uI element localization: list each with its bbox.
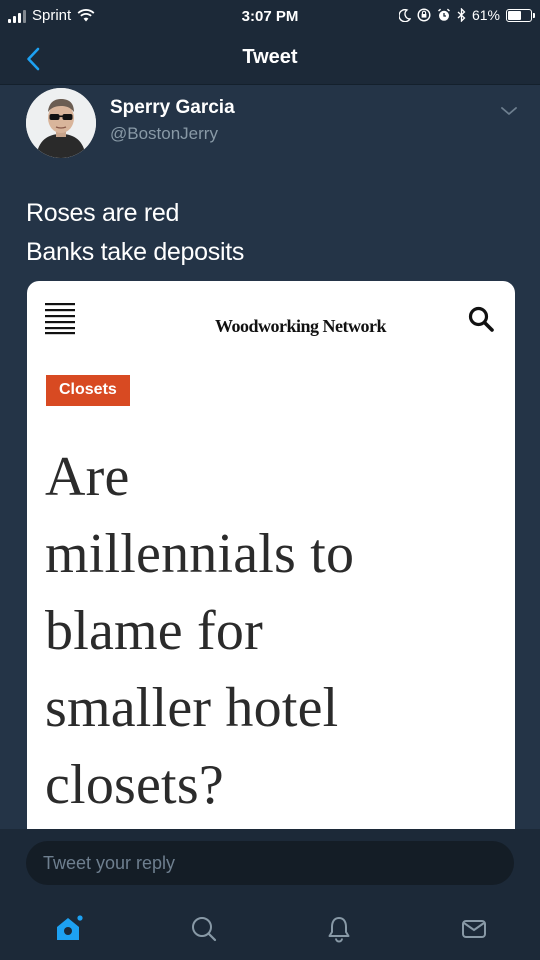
chevron-down-icon: [501, 107, 517, 115]
headline-line: closets?: [45, 754, 224, 816]
headline-line: millennials to: [45, 523, 355, 585]
reply-input[interactable]: [26, 841, 514, 885]
category-tag: Closets: [46, 375, 130, 406]
tab-messages[interactable]: [454, 909, 494, 949]
battery-level: [508, 10, 521, 20]
search-icon: [468, 306, 494, 332]
battery-icon: [506, 8, 535, 22]
envelope-icon: [462, 920, 486, 938]
rotation-lock-icon: [417, 8, 431, 22]
user-name[interactable]: Sperry Garcia: [110, 97, 235, 119]
article-headline: Are millennials to blame for smaller hot…: [45, 439, 515, 824]
home-icon: [57, 915, 83, 940]
page-title: Tweet: [242, 46, 298, 68]
bluetooth-icon: [457, 8, 466, 22]
headline-line: smaller hotel: [45, 677, 339, 739]
alarm-icon: [438, 8, 450, 21]
tab-search[interactable]: [184, 909, 224, 949]
tweet-media-image[interactable]: Woodworking Network Closets Are millenni…: [27, 281, 515, 841]
tweet-options-button[interactable]: [497, 101, 521, 121]
tweet-text-line: Banks take deposits: [26, 238, 245, 266]
user-handle[interactable]: @BostonJerry: [110, 124, 218, 144]
tab-notifications[interactable]: [319, 909, 359, 949]
moon-icon: [398, 8, 411, 22]
battery-percent: 61%: [471, 7, 500, 23]
tweet-text-line: Roses are red: [26, 199, 180, 227]
bell-icon: [328, 917, 350, 943]
status-bar: Sprint 3:07 PM 61%: [0, 0, 540, 34]
site-name: Woodworking Network: [215, 316, 387, 336]
headline-line: blame for: [45, 600, 263, 662]
reply-area: [0, 829, 540, 960]
tab-home[interactable]: [49, 909, 89, 949]
hamburger-menu-icon: [45, 303, 75, 335]
headline-line: Are: [45, 446, 130, 508]
nav-bar: Tweet: [0, 34, 540, 85]
tab-bar: [0, 899, 540, 960]
avatar[interactable]: [26, 88, 96, 158]
tweet-text: Roses are red Banks take deposits: [26, 194, 244, 272]
status-right: 61%: [398, 7, 535, 23]
profile-photo: [26, 88, 96, 158]
search-icon: [192, 917, 217, 942]
